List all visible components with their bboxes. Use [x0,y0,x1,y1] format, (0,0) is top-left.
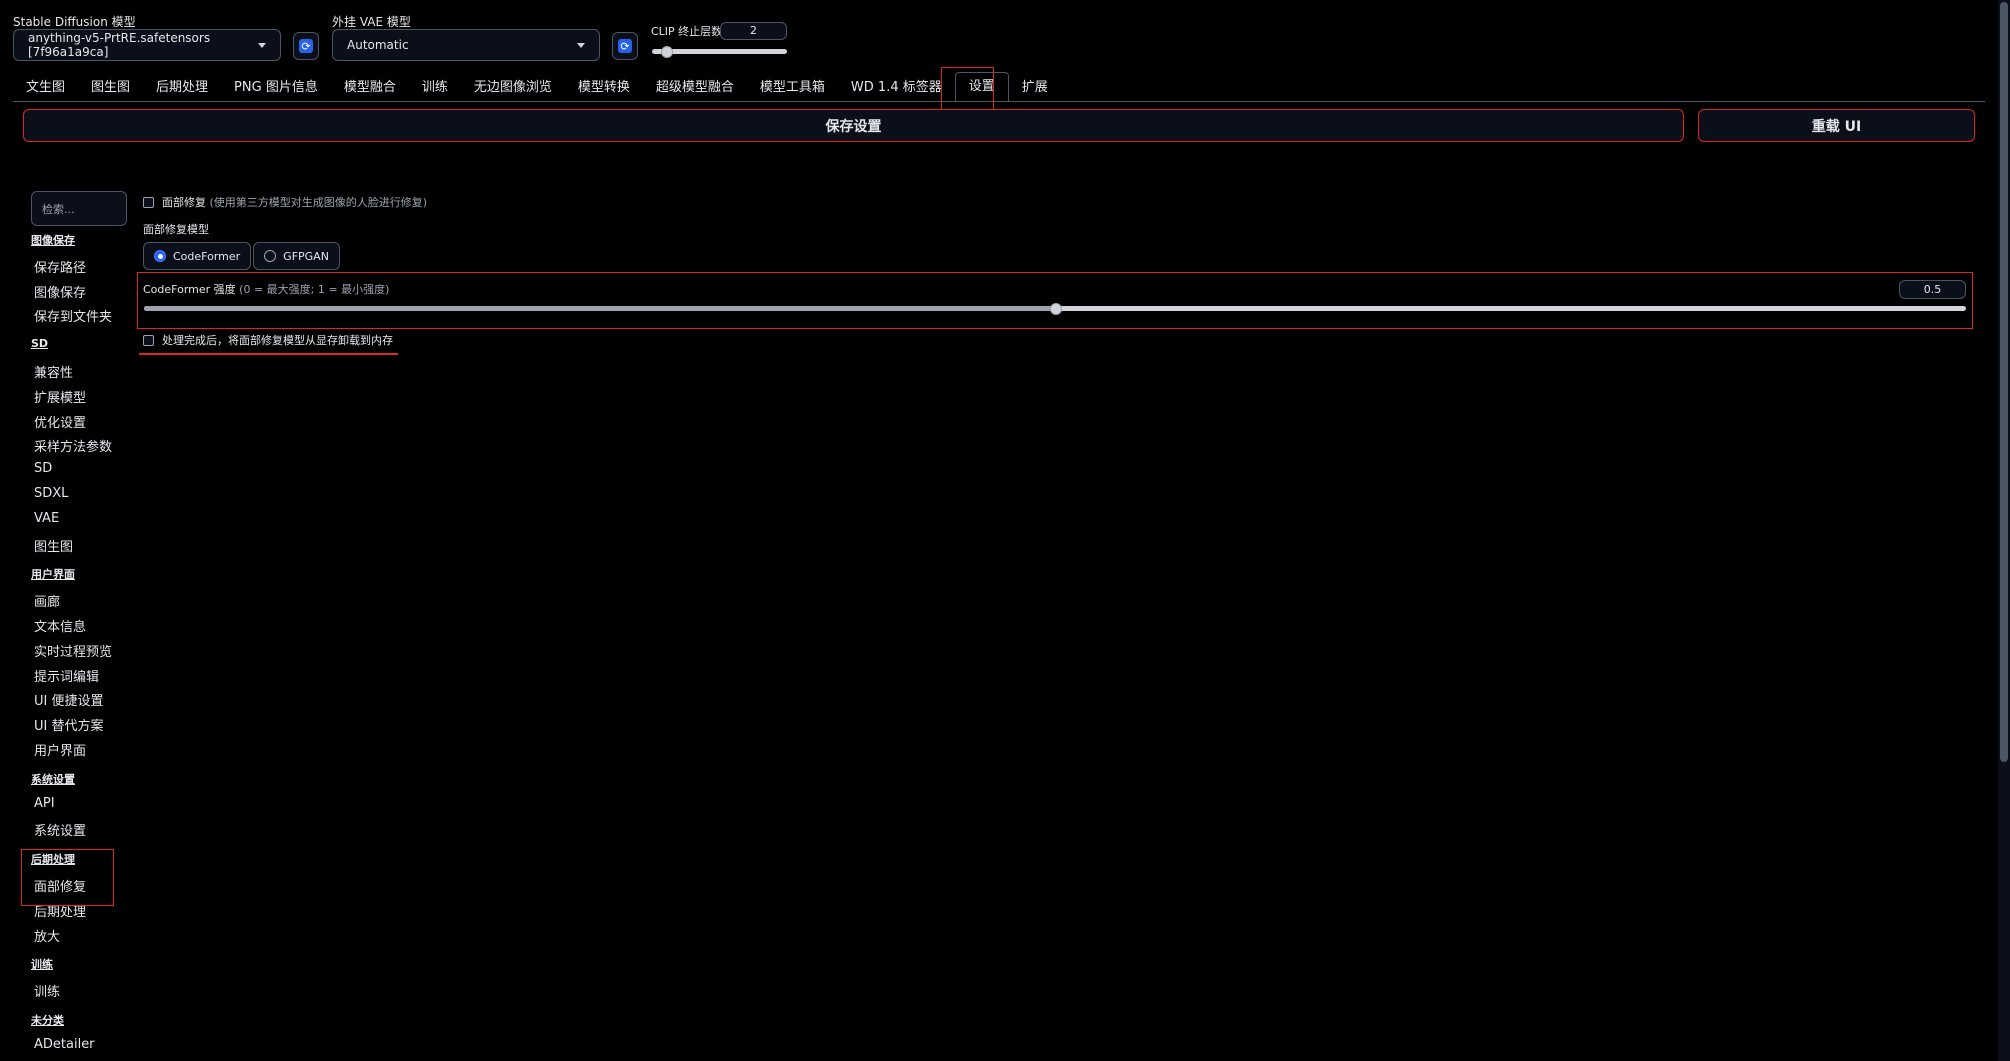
reload-ui-button[interactable]: 重载 UI [1698,109,1975,142]
sidebar-item[interactable]: 兼容性 [34,362,73,381]
face-restore-row: 面部修复 (使用第三方模型对生成图像的人脸进行修复) [143,194,427,210]
sidebar-item[interactable]: 后期处理 [34,901,86,920]
unload-face-model-label: 处理完成后，将面部修复模型从显存卸载到内存 [162,334,393,347]
radio-icon[interactable] [264,250,277,262]
unload-row: 处理完成后，将面部修复模型从显存卸载到内存 [143,332,393,348]
sidebar-item[interactable]: 提示词编辑 [34,666,99,685]
sidebar-section-title: 系统设置 [31,772,75,786]
face-restore-hint: (使用第三方模型对生成图像的人脸进行修复) [209,196,428,209]
highlight-codeformer-weight [137,272,1973,329]
vae-value: Automatic [347,38,409,52]
vae-label: 外挂 VAE 模型 [332,15,411,29]
sidebar-item[interactable]: 画廊 [34,591,60,610]
sidebar-item[interactable]: UI 替代方案 [34,715,103,734]
sidebar-item[interactable]: API [34,796,55,811]
sidebar-item[interactable]: 放大 [34,926,60,945]
page-scrollbar-thumb[interactable] [2000,2,2008,762]
sidebar-item[interactable]: 文本信息 [34,616,86,635]
face-model-option-label: CodeFormer [173,249,241,263]
sidebar-item[interactable]: 图生图 [34,536,73,555]
sidebar-item[interactable]: SD [34,461,52,476]
face-restore-label: 面部修复 [162,196,206,209]
codeformer-weight-label: CodeFormer 强度 [143,283,236,296]
tab-item[interactable]: 后期处理 [143,74,221,102]
codeformer-weight-hint: (0 = 最大强度; 1 = 最小强度) [239,283,390,296]
codeformer-weight-label-row: CodeFormer 强度 (0 = 最大强度; 1 = 最小强度) [143,281,389,297]
sidebar-item[interactable]: 实时过程预览 [34,641,112,660]
tabs-divider [13,101,1985,102]
tab-item[interactable]: WD 1.4 标签器 [838,74,955,102]
sidebar-item[interactable]: VAE [34,511,59,526]
sidebar-item[interactable]: 用户界面 [34,740,86,759]
sidebar-item[interactable]: 图像保存 [34,282,86,301]
vae-dropdown[interactable]: Automatic [332,29,600,61]
tab-item[interactable]: 训练 [409,74,461,102]
codeformer-weight-slider[interactable] [144,303,1966,315]
sidebar-item[interactable]: 优化设置 [34,412,86,431]
face-model-label: 面部修复模型 [143,223,209,236]
sidebar-section-title: 图像保存 [31,234,75,247]
sidebar-item[interactable]: 保存路径 [34,257,86,276]
sidebar-section-title: SD [31,337,49,351]
sidebar-item[interactable]: 扩展模型 [34,387,86,406]
sd-model-value: anything-v5-PrtRE.safetensors [7f96a1a9c… [28,31,211,59]
highlight-underline [139,353,398,355]
clip-skip-slider-thumb[interactable] [660,46,673,58]
codeformer-weight-input[interactable]: 0.5 [1899,280,1966,299]
sidebar-section-title: 后期处理 [31,853,75,867]
tab-item[interactable]: PNG 图片信息 [221,74,331,102]
sd-model-label: Stable Diffusion 模型 [13,15,136,29]
save-settings-button[interactable]: 保存设置 [23,109,1684,142]
unload-face-model-checkbox[interactable] [143,334,154,346]
sidebar-item[interactable]: 采样方法参数 [34,436,112,455]
tab-item[interactable]: 模型工具箱 [747,74,838,102]
sidebar-item[interactable]: 训练 [34,981,60,1000]
refresh-icon: ⟳ [299,39,313,53]
chevron-down-icon [577,42,585,48]
codeformer-weight-thumb[interactable] [1050,303,1062,315]
tab-item[interactable]: 图生图 [78,74,143,102]
tab-item[interactable]: 设置 [954,72,1009,102]
face-model-radio-group: CodeFormer GFPGAN [143,242,340,270]
tab-item[interactable]: 模型融合 [331,74,409,102]
settings-search-input[interactable]: 检索... [31,191,127,226]
refresh-vae-button[interactable]: ⟳ [612,32,638,60]
radio-icon[interactable] [154,250,166,262]
tab-item[interactable]: 模型转换 [565,74,643,102]
face-restore-checkbox[interactable] [143,196,154,208]
tab-item[interactable]: 无边图像浏览 [461,74,565,102]
main-tabs: 文生图 图生图 后期处理 PNG 图片信息 模型融合 训练 无边图像浏览 模型转换 超级模型融合… [13,72,1061,102]
sidebar-item[interactable]: UI 便捷设置 [34,690,103,709]
sidebar-section-title: 用户界面 [31,568,75,582]
sidebar-item[interactable]: 系统设置 [34,820,86,839]
face-model-option[interactable]: GFPGAN [253,242,340,270]
tab-item[interactable]: 文生图 [13,74,78,102]
sidebar-item[interactable]: 面部修复 [34,876,86,895]
sidebar-section-title: 训练 [31,958,53,972]
clip-skip-slider[interactable] [652,46,787,58]
search-placeholder: 检索... [42,202,75,216]
refresh-icon: ⟳ [618,39,632,53]
face-model-option-label: GFPGAN [283,249,329,263]
sidebar-item[interactable]: SDXL [34,486,68,501]
sidebar-item[interactable]: ADetailer [34,1037,95,1052]
sd-model-dropdown[interactable]: anything-v5-PrtRE.safetensors [7f96a1a9c… [13,29,281,61]
tab-item[interactable]: 超级模型融合 [643,74,747,102]
sidebar-item[interactable]: 保存到文件夹 [34,306,112,325]
codeformer-weight-fill [144,306,1055,311]
sidebar-section-title: 未分类 [31,1014,64,1027]
chevron-down-icon [258,42,266,48]
page-scrollbar[interactable] [1998,0,2010,1061]
face-model-option[interactable]: CodeFormer [143,242,252,270]
clip-skip-label: CLIP 终止层数 [651,25,723,38]
refresh-sd-model-button[interactable]: ⟳ [293,32,319,60]
tab-item[interactable]: 扩展 [1009,74,1061,102]
clip-skip-input[interactable]: 2 [720,22,787,40]
